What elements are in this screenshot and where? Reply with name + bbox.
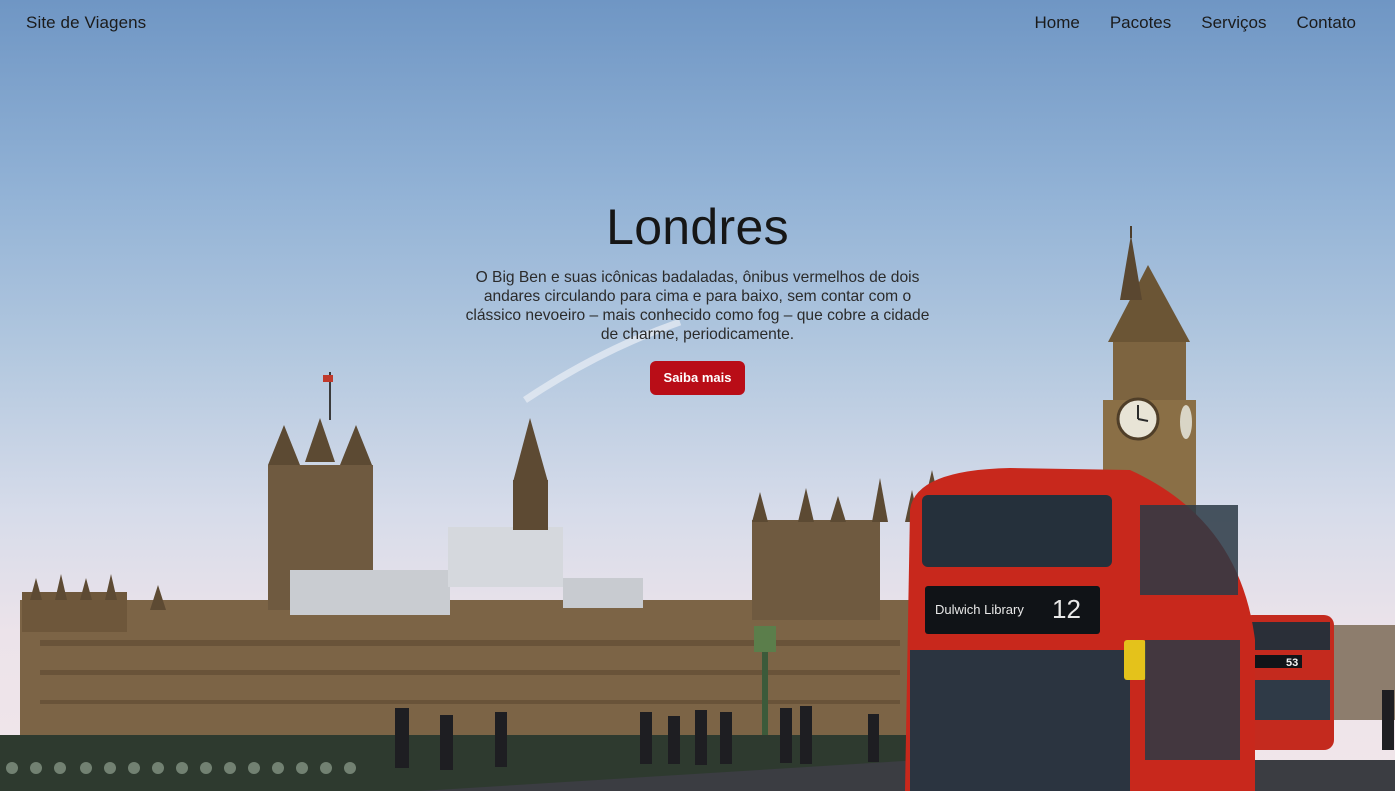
nav-menu: Home Pacotes Serviços Contato: [1004, 13, 1356, 33]
bus-destination-text: Dulwich Library: [935, 602, 1024, 617]
london-hero-image: 53 Dulwich Library 12: [0, 226, 1395, 791]
parliament-building: [20, 372, 939, 735]
nav-item-home: Home: [1034, 13, 1079, 33]
hero-title: Londres: [606, 199, 789, 255]
hero-content: Londres O Big Ben e suas icônicas badala…: [0, 196, 1395, 395]
brand-logo-link[interactable]: Site de Viagens: [26, 13, 146, 33]
hero-description: O Big Ben e suas icônicas badaladas, ôni…: [465, 269, 930, 343]
nav-link-pacotes[interactable]: Pacotes: [1110, 13, 1171, 32]
red-bus-back: 53: [1242, 615, 1334, 750]
nav-item-contato: Contato: [1296, 13, 1356, 33]
nav-link-contato[interactable]: Contato: [1296, 13, 1356, 32]
nav-link-servicos[interactable]: Serviços: [1201, 13, 1266, 32]
nav-item-servicos: Serviços: [1201, 13, 1266, 33]
railing-pattern: [6, 762, 356, 774]
red-bus-front: Dulwich Library 12: [905, 468, 1255, 791]
svg-text:53: 53: [1286, 657, 1298, 669]
top-navbar: Site de Viagens Home Pacotes Serviços Co…: [0, 0, 1395, 48]
nav-item-pacotes: Pacotes: [1110, 13, 1171, 33]
saiba-mais-button[interactable]: Saiba mais: [649, 361, 746, 395]
hero-section: 53 Dulwich Library 12 Site de Viagens Ho…: [0, 0, 1395, 791]
nav-link-home[interactable]: Home: [1034, 13, 1079, 32]
bus-number-text: 12: [1052, 594, 1081, 624]
